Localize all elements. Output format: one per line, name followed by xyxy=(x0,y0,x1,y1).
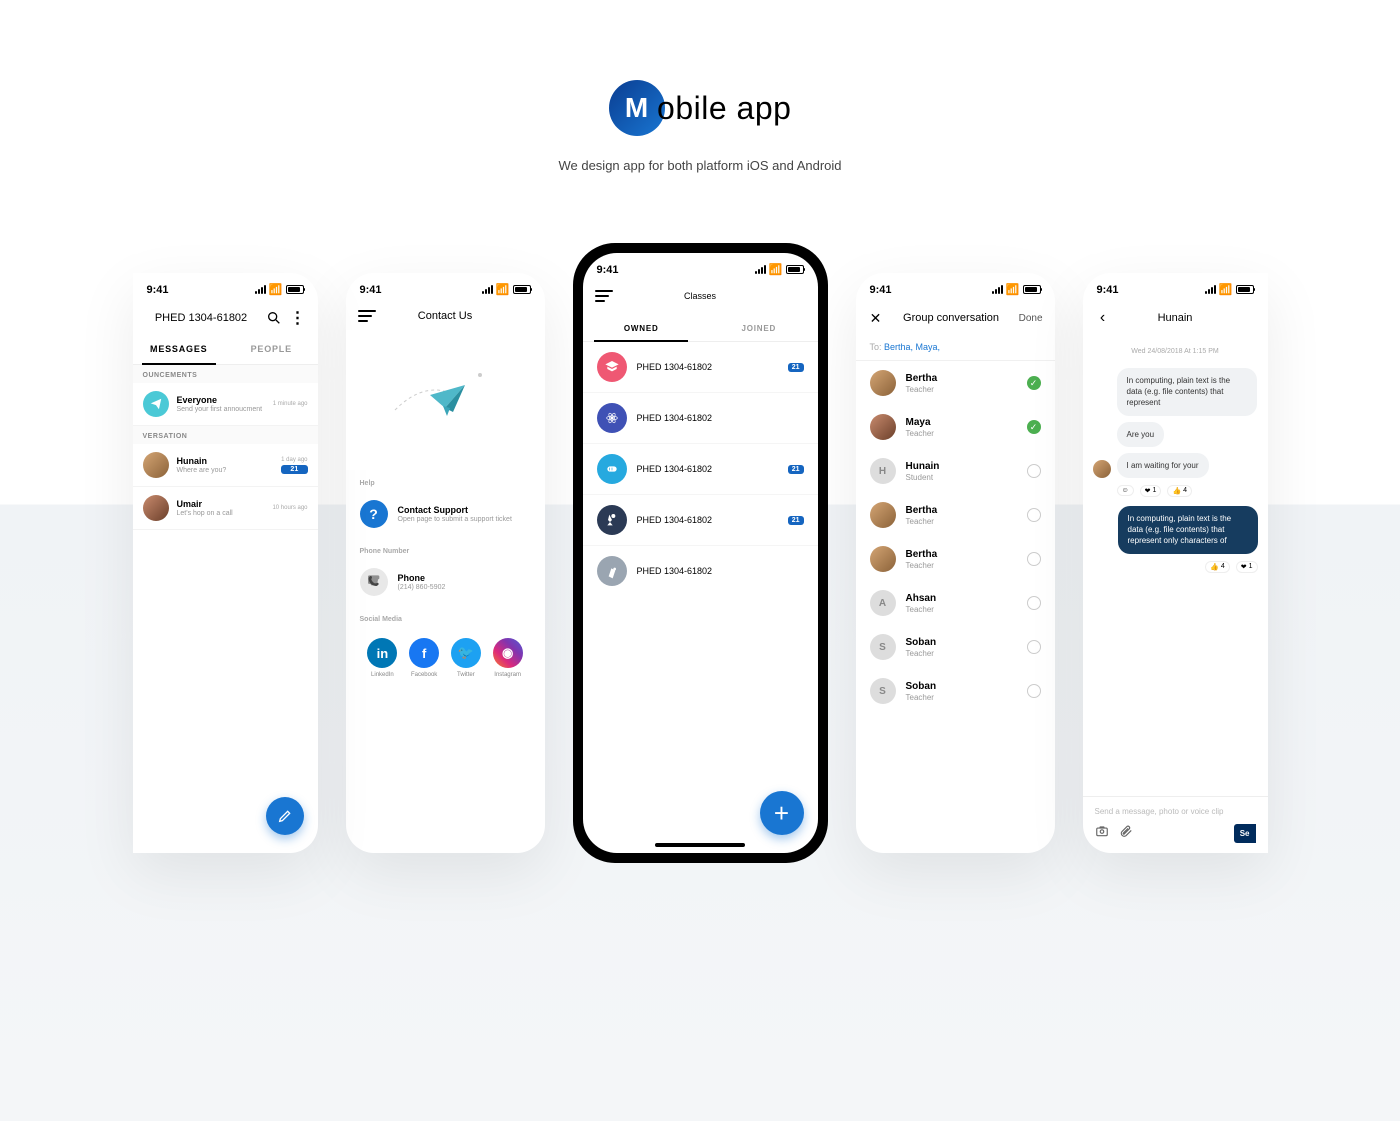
chat-input-area: Send a message, photo or voice clip Se xyxy=(1083,796,1268,853)
screen-title: PHED 1304-61802 xyxy=(145,312,258,324)
page-title: obile app xyxy=(657,90,791,127)
tab-messages[interactable]: MESSAGES xyxy=(133,334,226,364)
class-item[interactable]: PHED 1304-61802 xyxy=(583,393,818,444)
menu-icon[interactable] xyxy=(358,310,376,322)
check-icon: ✓ xyxy=(1027,376,1041,390)
question-icon: ? xyxy=(360,500,388,528)
message-in[interactable]: In computing, plain text is the data (e.… xyxy=(1083,365,1268,419)
search-icon[interactable] xyxy=(266,310,282,326)
screen-title: Contact Us xyxy=(384,310,507,322)
chat-date: Wed 24/08/2018 At 1:15 PM xyxy=(1083,334,1268,365)
avatar-icon xyxy=(1093,460,1111,478)
screen-title: Classes xyxy=(621,291,780,301)
contact-item[interactable]: MayaTeacher✓ xyxy=(856,405,1055,449)
radio-icon[interactable] xyxy=(1027,552,1041,566)
status-bar: 9:41 📶 xyxy=(133,273,318,302)
add-reaction[interactable]: ☺ xyxy=(1117,485,1134,496)
radio-icon[interactable] xyxy=(1027,640,1041,654)
phone-item[interactable]: Phone(214) 860-5902 xyxy=(346,560,545,606)
message-in[interactable]: I am waiting for your xyxy=(1083,450,1268,481)
back-icon[interactable]: ‹ xyxy=(1095,310,1111,326)
radio-icon[interactable] xyxy=(1027,684,1041,698)
message-out[interactable]: In computing, plain text is the data (e.… xyxy=(1083,503,1268,557)
message-in[interactable]: Are you xyxy=(1083,419,1268,450)
phone-contact: 9:41📶 Contact Us Help ? Contact SupportO… xyxy=(346,273,545,853)
chat-input[interactable]: Send a message, photo or voice clip xyxy=(1095,807,1256,816)
done-button[interactable]: Done xyxy=(1019,313,1043,324)
contact-item[interactable]: SSobanTeacher xyxy=(856,625,1055,669)
section-conversation: VERSATION xyxy=(133,426,318,444)
contact-item[interactable]: BerthaTeacher✓ xyxy=(856,361,1055,405)
radio-icon[interactable] xyxy=(1027,596,1041,610)
check-icon: ✓ xyxy=(1027,420,1041,434)
section-phone: Phone Number xyxy=(346,538,545,560)
screen-title: Hunain xyxy=(1119,312,1232,324)
close-icon[interactable]: ✕ xyxy=(868,310,884,326)
avatar-icon xyxy=(143,495,169,521)
social-twitter[interactable]: 🐦Twitter xyxy=(451,638,481,678)
social-linkedin[interactable]: inLinkedIn xyxy=(367,638,397,678)
battery-icon xyxy=(286,285,304,294)
contact-item[interactable]: AAhsanTeacher xyxy=(856,581,1055,625)
home-indicator xyxy=(655,843,745,847)
more-icon[interactable]: ⋮ xyxy=(290,310,306,326)
reaction[interactable]: 👍4 xyxy=(1205,561,1230,573)
reaction[interactable]: ❤1 xyxy=(1236,561,1258,573)
list-item[interactable]: UmairLet's hop on a call 10 hours ago xyxy=(133,487,318,530)
list-item[interactable]: HunainWhere are you? 1 day ago21 xyxy=(133,444,318,487)
radio-icon[interactable] xyxy=(1027,464,1041,478)
screen-title: Group conversation xyxy=(892,312,1011,324)
tab-people[interactable]: PEOPLE xyxy=(225,334,318,364)
list-item[interactable]: EveryoneSend your first annoucment 1 min… xyxy=(133,383,318,426)
compose-fab[interactable] xyxy=(266,797,304,835)
section-social: Social Media xyxy=(346,606,545,628)
avatar-icon xyxy=(143,452,169,478)
illustration xyxy=(346,330,545,470)
unread-badge: 21 xyxy=(281,465,307,474)
phone-chat: 9:41📶 ‹ Hunain Wed 24/08/2018 At 1:15 PM… xyxy=(1083,273,1268,853)
add-fab[interactable]: + xyxy=(760,791,804,835)
class-item[interactable]: PHED 1304-61802 xyxy=(583,546,818,593)
contact-item[interactable]: HHunainStudent xyxy=(856,449,1055,493)
reaction[interactable]: 👍4 xyxy=(1167,485,1192,497)
contact-item[interactable]: SSobanTeacher xyxy=(856,669,1055,713)
phone-group: 9:41📶 ✕ Group conversation Done To: Bert… xyxy=(856,273,1055,853)
tab-owned[interactable]: OWNED xyxy=(583,316,701,341)
reaction[interactable]: ❤1 xyxy=(1140,485,1162,497)
menu-icon[interactable] xyxy=(595,290,613,302)
page-subtitle: We design app for both platform iOS and … xyxy=(0,158,1400,173)
section-help: Help xyxy=(346,470,545,492)
radio-icon[interactable] xyxy=(1027,508,1041,522)
attachment-icon[interactable] xyxy=(1119,824,1133,843)
contact-support-item[interactable]: ? Contact SupportOpen page to submit a s… xyxy=(346,492,545,538)
wifi-icon: 📶 xyxy=(269,283,283,296)
contact-item[interactable]: BerthaTeacher xyxy=(856,537,1055,581)
send-button[interactable]: Se xyxy=(1234,824,1256,843)
social-facebook[interactable]: fFacebook xyxy=(409,638,439,678)
page-header: M obile app We design app for both platf… xyxy=(0,0,1400,173)
phone-classes: 9:41📶 Classes OWNED JOINED PHED 1304-618… xyxy=(573,243,828,863)
avatar-icon xyxy=(143,391,169,417)
class-item[interactable]: PHED 1304-6180221 xyxy=(583,495,818,546)
contact-item[interactable]: BerthaTeacher xyxy=(856,493,1055,537)
signal-icon xyxy=(255,285,266,294)
phone-icon xyxy=(360,568,388,596)
phone-messages: 9:41 📶 PHED 1304-61802 ⋮ MESSAGES PEOPLE… xyxy=(133,273,318,853)
section-announcements: OUNCEMENTS xyxy=(133,365,318,383)
camera-icon[interactable] xyxy=(1095,824,1109,843)
social-instagram[interactable]: ◉Instagram xyxy=(493,638,523,678)
recipients-bar[interactable]: To: Bertha, Maya, xyxy=(856,334,1055,361)
class-item[interactable]: PHED 1304-6180221 xyxy=(583,342,818,393)
tab-joined[interactable]: JOINED xyxy=(700,316,818,341)
class-item[interactable]: PHED 1304-6180221 xyxy=(583,444,818,495)
